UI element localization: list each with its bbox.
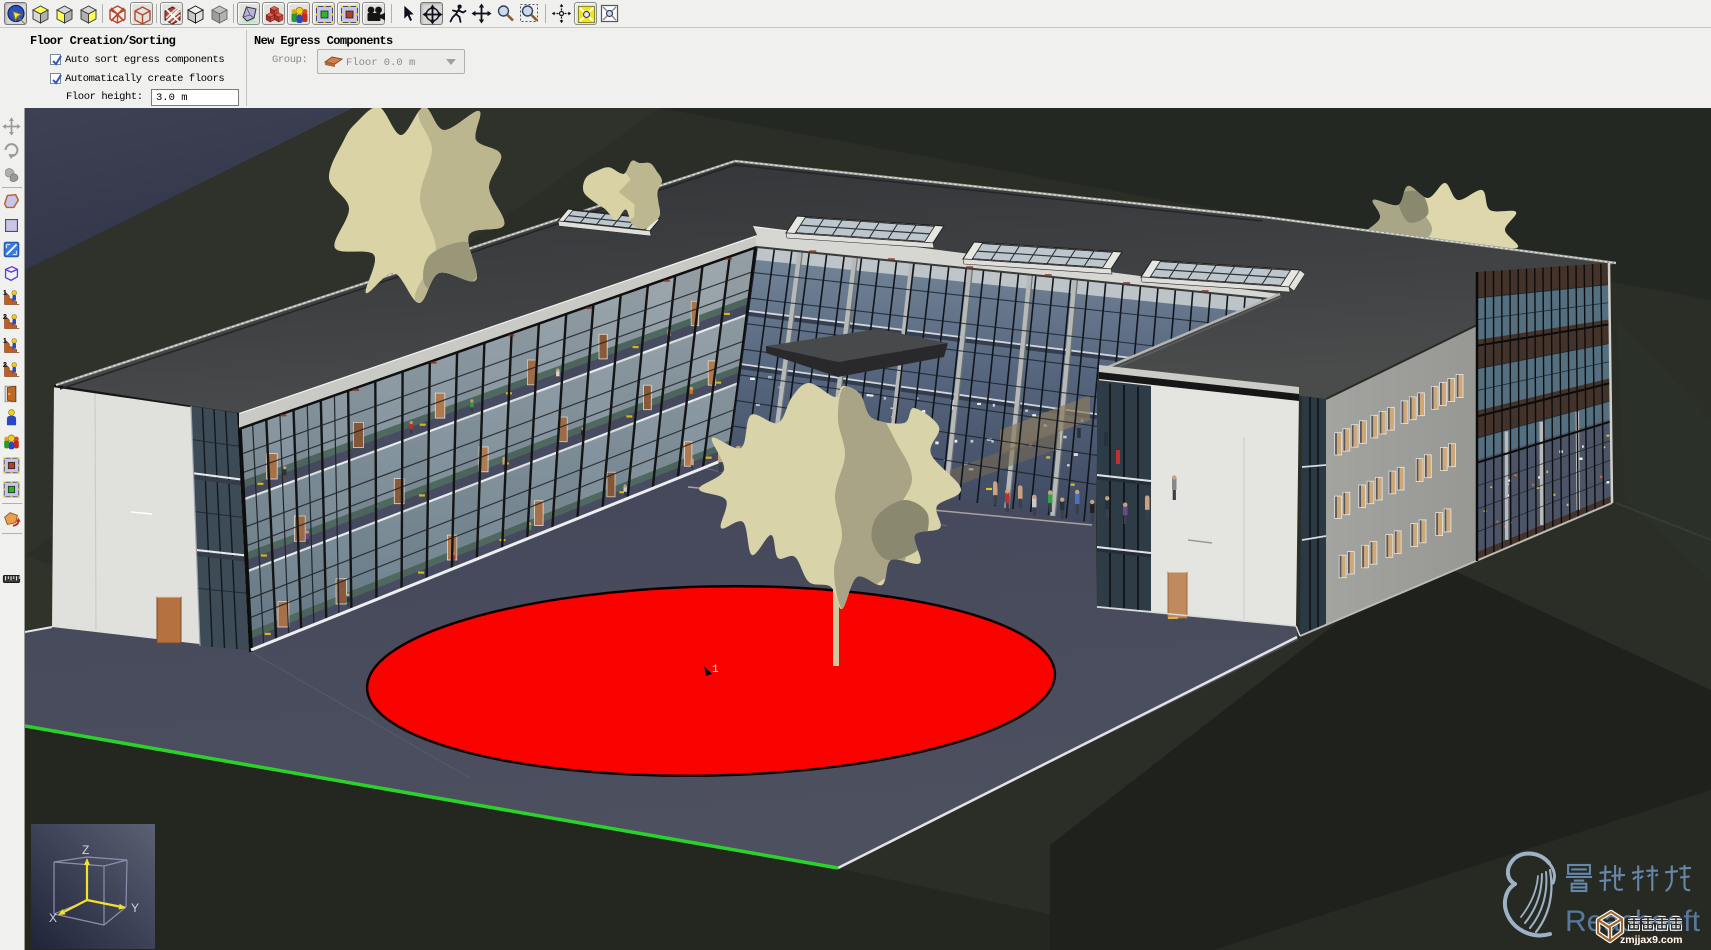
svg-text:2: 2 [3, 312, 7, 321]
svg-text:1: 1 [3, 288, 7, 297]
svg-text:2: 2 [3, 360, 7, 369]
svg-text:X: X [49, 911, 57, 925]
svg-text:zmjjax9.com: zmjjax9.com [1620, 934, 1682, 946]
svg-text:Y: Y [131, 901, 139, 915]
svg-text:1: 1 [712, 664, 719, 676]
svg-text:1: 1 [3, 336, 7, 345]
svg-text:Z: Z [82, 843, 89, 857]
svg-text:Floor 0.0 m: Floor 0.0 m [346, 57, 415, 69]
